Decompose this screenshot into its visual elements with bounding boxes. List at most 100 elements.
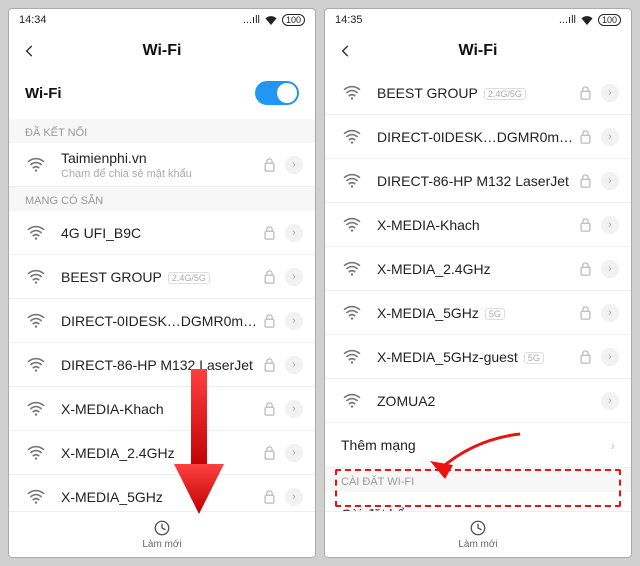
wifi-network-row[interactable]: BEEST GROUP2.4G/5G › (325, 71, 631, 115)
wifi-network-row[interactable]: X-MEDIA_2.4GHz› (9, 431, 315, 475)
chevron-icon: › (610, 506, 615, 511)
details-chevron[interactable]: › (285, 356, 303, 374)
wifi-icon (25, 225, 47, 241)
refresh-icon (469, 519, 487, 537)
screen-left: 14:34 ...ıll 100 Wi-Fi Wi-Fi ĐÃ KẾT NỐI (8, 8, 316, 558)
wifi-switch-on[interactable] (255, 81, 299, 105)
lock-icon (580, 130, 591, 144)
lock-icon (264, 158, 275, 172)
details-chevron[interactable]: › (285, 156, 303, 174)
refresh-button[interactable]: Làm mới (325, 511, 631, 557)
lock-icon (264, 358, 275, 372)
lock-icon (580, 306, 591, 320)
wifi-icon (25, 269, 47, 285)
screen-right: 14:35 ...ıll 100 Wi-Fi BEEST GROUP2.4G/5… (324, 8, 632, 558)
details-chevron[interactable]: › (285, 488, 303, 506)
details-chevron[interactable]: › (601, 260, 619, 278)
wifi-ssid: X-MEDIA_5GHz5G (377, 305, 580, 321)
status-icons: ...ıll 100 (559, 14, 621, 26)
wifi-icon (25, 357, 47, 373)
lock-icon (264, 490, 275, 504)
wifi-network-row[interactable]: X-MEDIA_5GHz-guest5G› (325, 335, 631, 379)
section-wifi-settings: CÀI ĐẶT WI-FI (325, 468, 631, 492)
chevron-icon: › (610, 437, 615, 453)
add-network-row[interactable]: Thêm mạng › (325, 423, 631, 468)
wifi-network-row[interactable]: X-MEDIA-Khach › (325, 203, 631, 247)
wifi-network-row[interactable]: BEEST GROUP2.4G/5G › (9, 255, 315, 299)
wifi-icon (341, 129, 363, 145)
wifi-icon (25, 157, 47, 173)
status-bar: 14:35 ...ıll 100 (325, 9, 631, 31)
lock-icon (580, 86, 591, 100)
lock-icon (264, 314, 275, 328)
title-bar: Wi-Fi (325, 31, 631, 71)
status-time: 14:35 (335, 14, 363, 26)
wifi-toggle-label: Wi-Fi (25, 85, 62, 102)
wifi-ssid: X-MEDIA-Khach (377, 217, 580, 233)
wifi-network-row[interactable]: X-MEDIA-Khach › (9, 387, 315, 431)
wifi-icon (341, 85, 363, 101)
wifi-network-row[interactable]: X-MEDIA_5GHz › (9, 475, 315, 511)
section-connected: ĐÃ KẾT NỐI (9, 119, 315, 143)
wifi-ssid: ZOMUA2 (377, 393, 601, 409)
page-title: Wi-Fi (325, 42, 631, 60)
wifi-network-row[interactable]: 4G UFI_B9C › (9, 211, 315, 255)
wifi-network-row[interactable]: X-MEDIA_2.4GHz › (325, 247, 631, 291)
details-chevron[interactable]: › (601, 216, 619, 234)
wifi-icon (341, 305, 363, 321)
wifi-ssid: DIRECT-86-HP M132 LaserJet (377, 173, 580, 189)
details-chevron[interactable]: › (601, 172, 619, 190)
wifi-icon (25, 401, 47, 417)
details-chevron[interactable]: › (601, 304, 619, 322)
refresh-icon (153, 519, 171, 537)
wifi-network-row[interactable]: DIRECT-0IDESK…DGMR0msUW › (325, 115, 631, 159)
wifi-icon (341, 261, 363, 277)
wifi-icon (25, 313, 47, 329)
details-chevron[interactable]: › (285, 444, 303, 462)
back-button[interactable] (9, 31, 49, 71)
section-available: MẠNG CÓ SẴN (9, 187, 315, 211)
wifi-network-row[interactable]: ZOMUA2› (325, 379, 631, 423)
details-chevron[interactable]: › (601, 348, 619, 366)
wifi-network-row[interactable]: X-MEDIA_5GHz5G › (325, 291, 631, 335)
connected-hint: Chạm để chia sẻ mật khẩu (61, 168, 264, 180)
wifi-icon (341, 349, 363, 365)
lock-icon (264, 270, 275, 284)
wifi-network-row[interactable]: DIRECT-86-HP M132 LaserJet › (9, 343, 315, 387)
connected-ssid: Taimienphi.vn (61, 150, 264, 166)
details-chevron[interactable]: › (285, 400, 303, 418)
wifi-icon (341, 217, 363, 233)
wifi-ssid: DIRECT-86-HP M132 LaserJet (61, 357, 264, 373)
wifi-ssid: DIRECT-0IDESK…DGMR0msUW (61, 313, 264, 329)
wifi-ssid: DIRECT-0IDESK…DGMR0msUW (377, 129, 580, 145)
details-chevron[interactable]: › (601, 128, 619, 146)
status-time: 14:34 (19, 14, 47, 26)
details-chevron[interactable]: › (285, 312, 303, 330)
details-chevron[interactable]: › (601, 84, 619, 102)
wifi-ssid: BEEST GROUP2.4G/5G (61, 269, 264, 285)
wifi-ssid: X-MEDIA_2.4GHz (377, 261, 580, 277)
lock-icon (264, 402, 275, 416)
lock-icon (580, 174, 591, 188)
wifi-ssid: BEEST GROUP2.4G/5G (377, 85, 580, 101)
wifi-icon (341, 393, 363, 409)
details-chevron[interactable]: › (601, 392, 619, 410)
details-chevron[interactable]: › (285, 224, 303, 242)
status-bar: 14:34 ...ıll 100 (9, 9, 315, 31)
wifi-network-row[interactable]: DIRECT-86-HP M132 LaserJet › (325, 159, 631, 203)
back-button[interactable] (325, 31, 365, 71)
wifi-icon (25, 445, 47, 461)
connected-network-row[interactable]: Taimienphi.vn Chạm để chia sẻ mật khẩu › (9, 143, 315, 187)
lock-icon (580, 350, 591, 364)
refresh-button[interactable]: Làm mới (9, 511, 315, 557)
wifi-toggle-row[interactable]: Wi-Fi (9, 71, 315, 119)
lock-icon (580, 218, 591, 232)
wifi-ssid: 4G UFI_B9C (61, 225, 264, 241)
lock-icon (264, 446, 275, 460)
details-chevron[interactable]: › (285, 268, 303, 286)
wifi-icon (25, 489, 47, 505)
wifi-ssid: X-MEDIA_5GHz (61, 489, 264, 505)
wifi-ssid: X-MEDIA-Khach (61, 401, 264, 417)
wifi-network-row[interactable]: DIRECT-0IDESK…DGMR0msUW › (9, 299, 315, 343)
advanced-settings-row[interactable]: Cài đặt bổ sung › (325, 492, 631, 511)
